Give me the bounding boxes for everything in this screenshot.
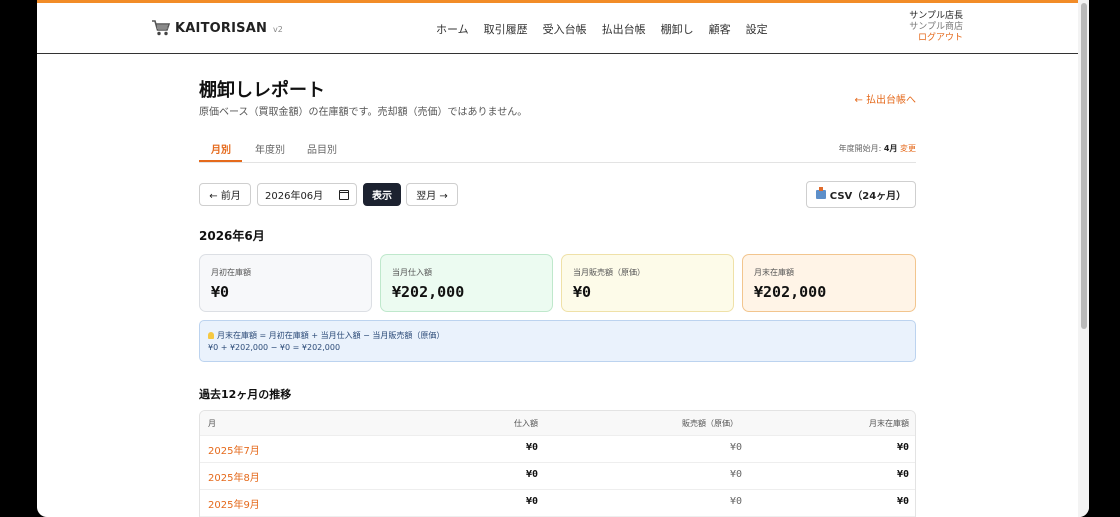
page-title: 棚卸しレポート (199, 80, 325, 101)
nav-shipping-ledger[interactable]: 払出台帳 (602, 21, 646, 37)
card-monthly-purchases: 当月仕入額 ¥202,000 (380, 254, 553, 312)
app-name: KAITORISAN (175, 20, 268, 36)
tab-monthly[interactable]: 月別 (211, 141, 231, 156)
trend-table: 月 仕入額 販売額（原価） 月末在庫額 2025年7月 ¥0 ¥0 ¥0 202… (199, 410, 916, 517)
card-closing-stock: 月末在庫額 ¥202,000 (742, 254, 916, 312)
tab-by-item[interactable]: 品目別 (307, 141, 337, 156)
row-sales: ¥0 (729, 469, 742, 480)
table-row: 2025年7月 ¥0 ¥0 ¥0 (200, 435, 915, 463)
card-value: ¥0 (211, 283, 230, 301)
active-tab-indicator (199, 160, 242, 162)
column-purchase: 仕入額 (514, 419, 538, 428)
nav-receiving-ledger[interactable]: 受入台帳 (543, 21, 587, 37)
card-monthly-sales-cost: 当月販売額（原価） ¥0 (561, 254, 734, 312)
show-button[interactable]: 表示 (363, 183, 401, 206)
fiscal-start-info: 年度開始月: 4月 変更 (839, 143, 916, 154)
scrollbar-thumb[interactable] (1081, 3, 1087, 329)
fiscal-start-value: 4月 (883, 144, 898, 153)
column-month: 月 (208, 419, 216, 428)
card-value: ¥202,000 (392, 283, 465, 301)
browser-window: KAITORISAN v2 ホーム 取引履歴 受入台帳 払出台帳 棚卸し 顧客 … (37, 0, 1089, 517)
row-month-link[interactable]: 2025年8月 (208, 469, 260, 484)
card-label: 月末在庫額 (754, 268, 794, 277)
formula-box: 月末在庫額 = 月初在庫額 + 当月仕入額 − 当月販売額（原価） ¥0 + ¥… (199, 320, 916, 362)
nav-home[interactable]: ホーム (436, 21, 469, 37)
prev-month-button[interactable]: ← 前月 (199, 183, 251, 206)
report-tabs: 月別 年度別 品目別 年度開始月: 4月 変更 (199, 134, 916, 163)
table-row: 2025年9月 ¥0 ¥0 ¥0 (200, 489, 915, 517)
card-label: 当月販売額（原価） (573, 268, 645, 277)
fiscal-start-label: 年度開始月: (838, 144, 882, 153)
row-month-link[interactable]: 2025年7月 (208, 442, 260, 457)
row-closing-stock: ¥0 (896, 469, 909, 480)
lightbulb-icon (208, 332, 214, 339)
user-shop: サンプル商店 (909, 22, 963, 32)
month-input-value: 2026年06月 (265, 191, 324, 202)
next-month-button[interactable]: 翌月 → (406, 183, 458, 206)
formula-calculation: ¥0 + ¥202,000 − ¥0 = ¥202,000 (208, 343, 341, 352)
user-box: サンプル店長 サンプル商店 ログアウト (909, 11, 963, 44)
nav-inventory[interactable]: 棚卸し (661, 21, 694, 37)
main-nav: ホーム 取引履歴 受入台帳 払出台帳 棚卸し 顧客 設定 (436, 21, 768, 37)
table-row: 2025年8月 ¥0 ¥0 ¥0 (200, 462, 915, 490)
app-logo[interactable]: KAITORISAN v2 (151, 19, 283, 37)
nav-settings[interactable]: 設定 (746, 21, 768, 37)
back-to-shipping-ledger-link[interactable]: ← 払出台帳へ (854, 91, 916, 106)
nav-transactions[interactable]: 取引履歴 (484, 21, 528, 37)
trend-heading: 過去12ヶ月の推移 (199, 388, 292, 401)
tab-fiscal-year[interactable]: 年度別 (255, 141, 285, 156)
download-icon (815, 187, 826, 199)
formula-definition: 月末在庫額 = 月初在庫額 + 当月仕入額 − 当月販売額（原価） (208, 330, 444, 341)
row-purchase: ¥0 (525, 496, 538, 507)
row-month-link[interactable]: 2025年9月 (208, 496, 260, 511)
month-heading: 2026年6月 (199, 229, 265, 243)
top-header: KAITORISAN v2 ホーム 取引履歴 受入台帳 払出台帳 棚卸し 顧客 … (37, 3, 1078, 54)
csv-download-button[interactable]: CSV（24ヶ月） (806, 181, 916, 208)
column-sales: 販売額（原価） (682, 419, 738, 428)
app-version: v2 (273, 25, 283, 34)
card-value: ¥202,000 (754, 283, 827, 301)
scrollbar[interactable] (1078, 0, 1089, 517)
card-opening-stock: 月初在庫額 ¥0 (199, 254, 372, 312)
row-closing-stock: ¥0 (896, 442, 909, 453)
row-purchase: ¥0 (525, 442, 538, 453)
page-subtitle: 原価ベース（買取金額）の在庫額です。売却額（売価）ではありません。 (199, 107, 528, 118)
nav-customers[interactable]: 顧客 (709, 21, 731, 37)
card-value: ¥0 (573, 283, 592, 301)
month-input[interactable]: 2026年06月 (257, 183, 357, 206)
card-label: 月初在庫額 (211, 268, 251, 277)
row-purchase: ¥0 (525, 469, 538, 480)
row-sales: ¥0 (729, 496, 742, 507)
calendar-icon[interactable] (339, 189, 349, 200)
card-label: 当月仕入額 (392, 268, 432, 277)
table-header: 月 仕入額 販売額（原価） 月末在庫額 (200, 411, 915, 436)
row-closing-stock: ¥0 (896, 496, 909, 507)
logout-link[interactable]: ログアウト (909, 33, 963, 44)
column-closing-stock: 月末在庫額 (869, 419, 909, 428)
formula-text: 月末在庫額 = 月初在庫額 + 当月仕入額 − 当月販売額（原価） (217, 331, 445, 340)
cart-icon (152, 20, 171, 36)
fiscal-change-link[interactable]: 変更 (900, 144, 916, 153)
row-sales: ¥0 (729, 442, 742, 453)
csv-label: CSV（24ヶ月） (829, 191, 907, 202)
user-name: サンプル店長 (909, 11, 963, 21)
